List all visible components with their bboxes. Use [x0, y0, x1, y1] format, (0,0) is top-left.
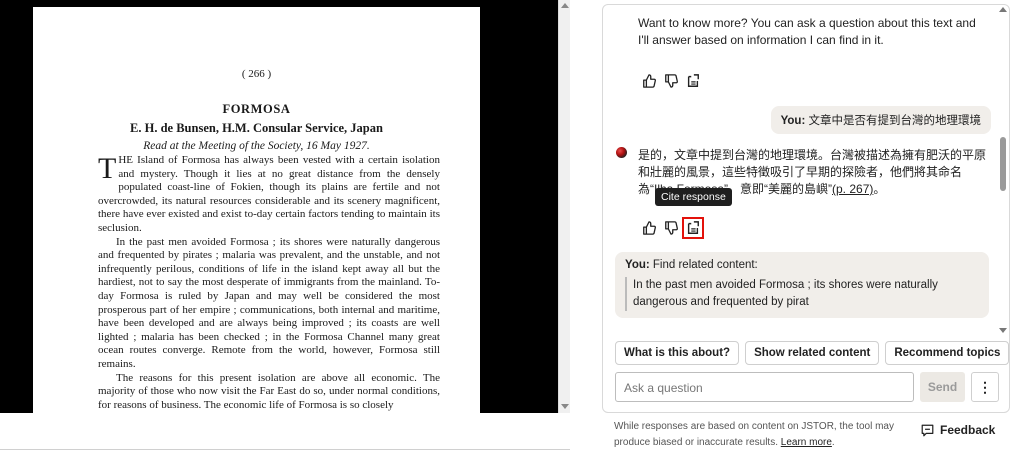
cite-icon[interactable] — [685, 73, 701, 89]
thumbs-up-icon[interactable] — [641, 73, 657, 89]
feedback-icon — [921, 424, 934, 436]
document-page: ( 266 ) FORMOSA E. H. de Bunsen, H.M. Co… — [33, 7, 480, 413]
input-row: Send ⋮ — [615, 372, 999, 402]
citation-link[interactable]: (p. 267) — [832, 182, 873, 196]
disclaimer-text: While responses are based on content on … — [614, 421, 894, 448]
scrollbar-thumb[interactable] — [1000, 137, 1006, 191]
cite-icon — [687, 221, 699, 234]
cite-response-button[interactable] — [682, 217, 704, 239]
scroll-up-arrow-icon[interactable] — [999, 7, 1007, 12]
learn-more-link[interactable]: Learn more — [781, 437, 832, 448]
viewer-scrollbar[interactable] — [558, 0, 570, 413]
scroll-down-arrow-icon[interactable] — [561, 404, 569, 409]
user-message-text: Find related content: — [652, 259, 758, 271]
question-input[interactable] — [615, 372, 914, 402]
suggestion-chips: What is this about? Show related content… — [615, 341, 1009, 365]
user-message: You: Find related content: In the past m… — [615, 252, 989, 318]
scroll-up-arrow-icon[interactable] — [561, 3, 569, 8]
message-list[interactable]: Want to know more? You can ask a questio… — [603, 5, 999, 335]
article-meeting-note: Read at the Meeting of the Society, 16 M… — [143, 140, 370, 152]
feedback-row-2 — [641, 217, 704, 239]
more-options-button[interactable]: ⋮ — [971, 372, 999, 402]
bot-intro-message: Want to know more? You can ask a questio… — [638, 16, 976, 47]
page-number: ( 266 ) — [241, 68, 272, 80]
quoted-text: In the past men avoided Formosa ; its sh… — [625, 277, 979, 311]
you-label: You: — [625, 259, 650, 271]
you-label: You: — [780, 115, 806, 127]
document-viewer[interactable]: ( 266 ) FORMOSA E. H. de Bunsen, H.M. Co… — [0, 0, 558, 413]
thumbs-up-icon[interactable] — [641, 220, 657, 236]
paragraph-1: T HE Island of Formosa has always been ve… — [98, 154, 440, 236]
article-body: T HE Island of Formosa has always been ve… — [98, 154, 440, 412]
paragraph-3: The reasons for this present isolation a… — [98, 371, 440, 411]
cite-response-tooltip: Cite response — [655, 188, 732, 206]
divider — [0, 449, 570, 450]
suggestion-recommend-topics[interactable]: Recommend topics — [885, 341, 1009, 365]
drop-cap: T — [98, 152, 117, 185]
thumbs-down-icon[interactable] — [663, 73, 679, 89]
disclaimer-end: . — [831, 437, 835, 448]
ai-disclaimer: While responses are based on content on … — [614, 419, 904, 451]
ai-chat-panel: Want to know more? You can ask a questio… — [602, 4, 1010, 413]
suggestion-what-is-this-about[interactable]: What is this about? — [615, 341, 740, 365]
thumbs-down-icon[interactable] — [663, 220, 679, 236]
send-button[interactable]: Send — [920, 372, 965, 402]
bot-answer-end: 。 — [873, 182, 886, 196]
chat-scrollbar[interactable] — [999, 7, 1007, 333]
feedback-label: Feedback — [940, 423, 996, 437]
paragraph-2: In the past men avoided Formosa ; its sh… — [98, 235, 440, 370]
user-message-text: 文章中是否有提到台灣的地理環境 — [808, 115, 982, 127]
paragraph-1-text: HE Island of Formosa has always been ves… — [98, 154, 440, 234]
article-author: E. H. de Bunsen, H.M. Consular Service, … — [130, 121, 383, 135]
feedback-row-1 — [641, 73, 701, 89]
article-title: FORMOSA — [222, 102, 291, 116]
user-message: You: 文章中是否有提到台灣的地理環境 — [770, 106, 991, 134]
suggestion-show-related-content[interactable]: Show related content — [745, 341, 880, 365]
scroll-down-arrow-icon[interactable] — [999, 328, 1007, 333]
feedback-button[interactable]: Feedback — [921, 423, 995, 437]
bot-avatar — [616, 147, 627, 158]
